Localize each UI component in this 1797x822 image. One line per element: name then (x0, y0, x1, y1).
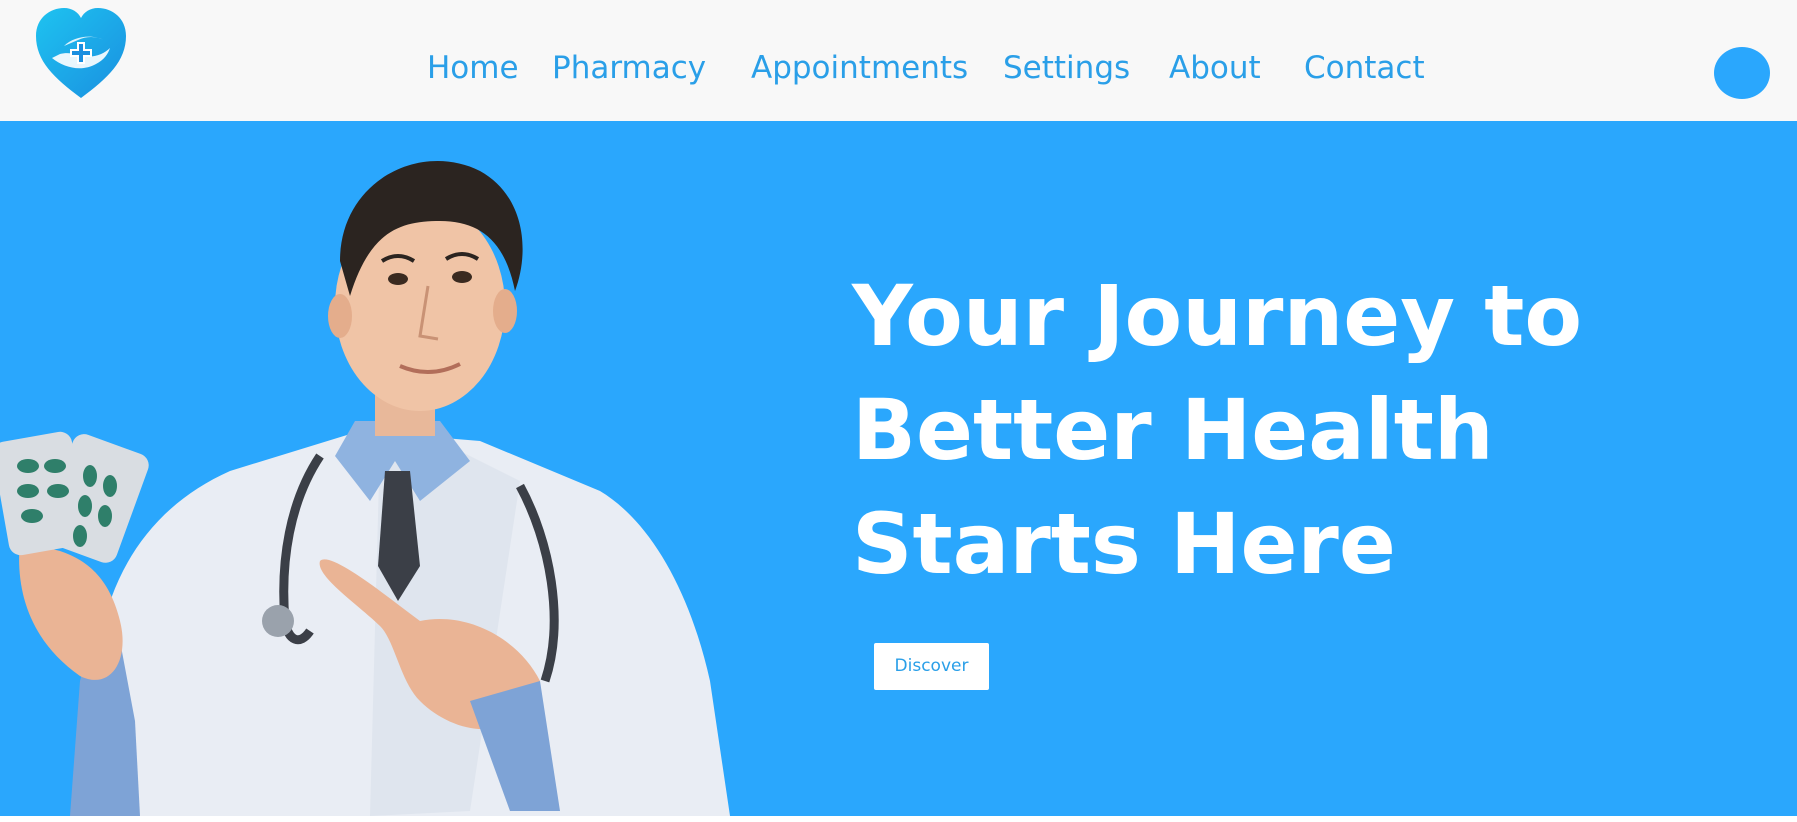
top-navbar: Home Pharmacy Appointments Settings Abou… (0, 0, 1797, 121)
nav-link-appointments[interactable]: Appointments (751, 48, 968, 88)
nav-link-settings[interactable]: Settings (1003, 48, 1130, 88)
discover-button[interactable]: Discover (874, 643, 989, 690)
hero-headline-line-3: Starts Here (852, 495, 1396, 593)
doctor-with-pills-photo (0, 161, 730, 816)
pill-blister-pack (0, 431, 149, 563)
hero-section: Your Journey to Better Health Starts Her… (0, 121, 1797, 816)
hero-headline: Your Journey to Better Health Starts Her… (852, 259, 1672, 601)
hero-headline-line-1: Your Journey to (852, 267, 1583, 365)
nav-link-home[interactable]: Home (427, 48, 519, 88)
main-nav: Home Pharmacy Appointments Settings Abou… (0, 0, 1797, 121)
nav-link-pharmacy[interactable]: Pharmacy (552, 48, 706, 88)
nav-link-contact[interactable]: Contact (1304, 48, 1425, 88)
nav-link-about[interactable]: About (1169, 48, 1261, 88)
hero-headline-line-2: Better Health (852, 381, 1494, 479)
profile-avatar-button[interactable] (1714, 47, 1770, 99)
hero-bottom-border (0, 816, 1797, 822)
